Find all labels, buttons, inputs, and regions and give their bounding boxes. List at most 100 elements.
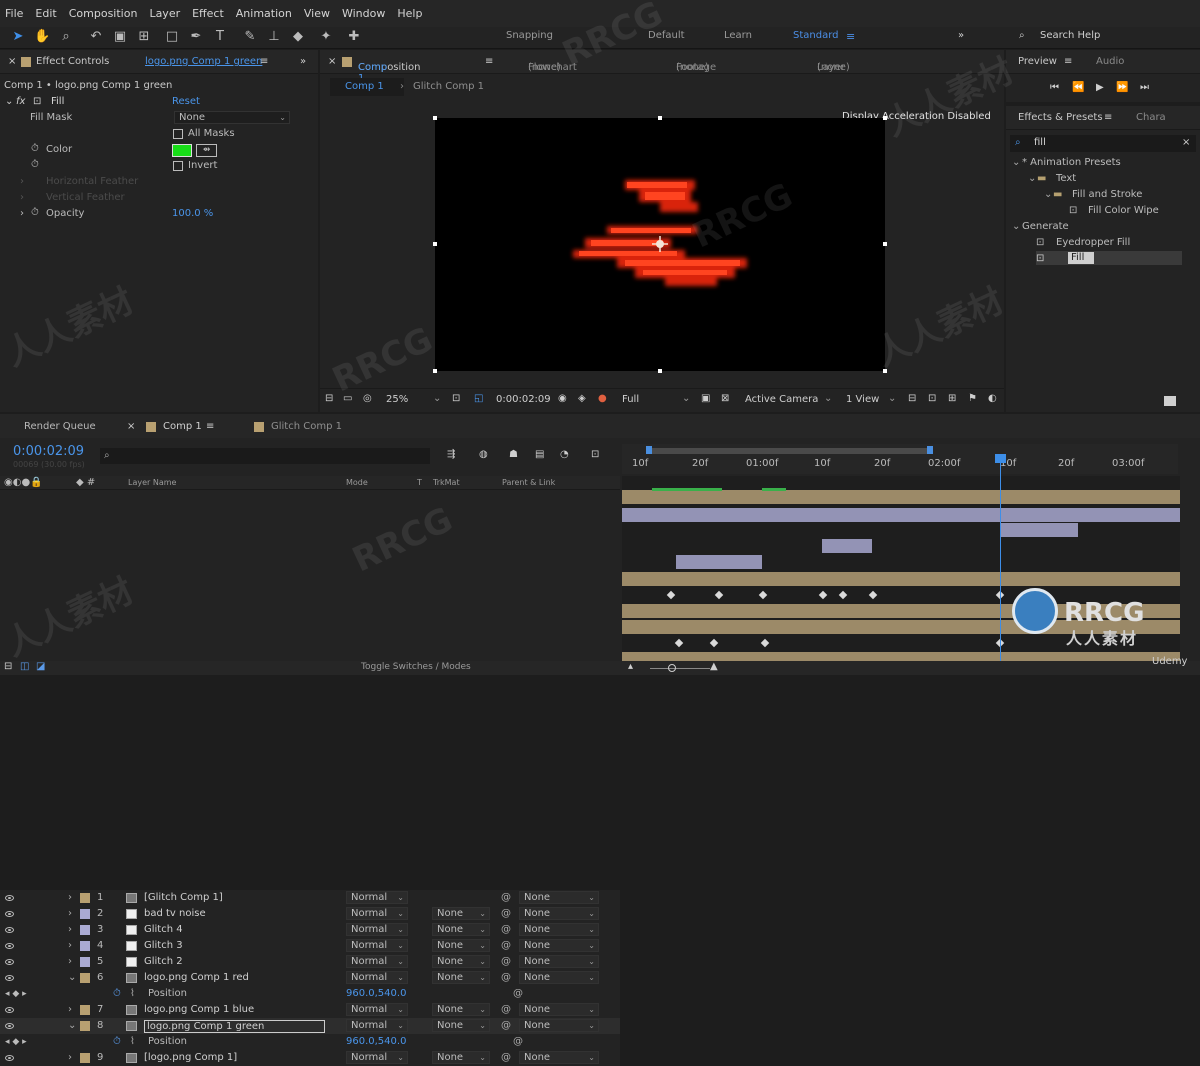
- layer-name[interactable]: Glitch 4: [144, 924, 183, 935]
- tree-expand-icon[interactable]: ⌄: [1012, 221, 1020, 232]
- parent-select[interactable]: None ⌄: [519, 891, 599, 904]
- tab-preview[interactable]: Preview: [1018, 56, 1057, 67]
- bounding-handle[interactable]: [883, 242, 887, 246]
- show-snapshot-icon[interactable]: ◈: [578, 393, 586, 404]
- layer-name[interactable]: logo.png Comp 1 red: [144, 972, 249, 983]
- parent-link-header[interactable]: Parent & Link: [502, 478, 555, 487]
- stopwatch-icon[interactable]: ⏱: [113, 1036, 121, 1047]
- tab-audio[interactable]: Audio: [1096, 56, 1124, 67]
- bounding-handle[interactable]: [433, 116, 437, 120]
- composition-viewer[interactable]: [433, 116, 887, 373]
- layer-bar[interactable]: [822, 539, 872, 553]
- layer-row[interactable]: › 2 bad tv noise Normal ⌄ None ⌄ @ None ⌄: [0, 906, 620, 922]
- layer-bar[interactable]: [622, 508, 1180, 522]
- current-time-indicator[interactable]: [1000, 456, 1001, 661]
- expand-layer-switches-icon[interactable]: ⊟: [4, 661, 12, 672]
- visibility-eye-icon[interactable]: [5, 911, 14, 917]
- keyframe[interactable]: [868, 590, 878, 600]
- trkmat-select[interactable]: None ⌄: [432, 923, 490, 936]
- eyedropper-icon[interactable]: ⇴: [196, 144, 217, 157]
- parent-select[interactable]: None ⌄: [519, 923, 599, 936]
- keyframe[interactable]: [709, 638, 719, 648]
- label-color-swatch[interactable]: [80, 893, 90, 903]
- tree-item-animation-presets[interactable]: * Animation Presets: [1022, 157, 1121, 168]
- visibility-eye-icon[interactable]: [5, 943, 14, 949]
- effect-controls-layer[interactable]: logo.png Comp 1 green: [145, 56, 262, 67]
- rectangle-tool-icon[interactable]: □: [164, 29, 180, 45]
- fit-icon[interactable]: ⊡: [452, 393, 460, 404]
- view-dropdown-icon[interactable]: ⌄: [888, 393, 896, 404]
- frame-blending-icon[interactable]: ▤: [535, 449, 544, 460]
- parent-select[interactable]: None ⌄: [519, 971, 599, 984]
- label-color-swatch[interactable]: [80, 1021, 90, 1031]
- layer-expand-icon[interactable]: ⌄: [68, 972, 76, 983]
- effects-menu-icon[interactable]: ≡: [1104, 112, 1112, 123]
- mode-select[interactable]: Normal ⌄: [346, 891, 408, 904]
- trkmat-select[interactable]: None ⌄: [432, 1019, 490, 1032]
- layer-expand-icon[interactable]: ⌄: [68, 1020, 76, 1031]
- opacity-value[interactable]: 100.0 %: [172, 208, 213, 219]
- fast-preview-icon[interactable]: ▣: [701, 393, 710, 404]
- tree-item-eyedropper-fill[interactable]: Eyedropper Fill: [1056, 237, 1130, 248]
- time-ruler[interactable]: 10f 20f 01:00f 10f 20f 02:00f 10f 20f 03…: [622, 444, 1178, 474]
- keyframe[interactable]: [818, 590, 828, 600]
- t-header[interactable]: T: [417, 478, 422, 487]
- mode-select[interactable]: Normal ⌄: [346, 907, 408, 920]
- tree-item-fill-and-stroke[interactable]: Fill and Stroke: [1072, 189, 1142, 200]
- region-of-interest-icon[interactable]: ◱: [474, 393, 483, 404]
- invert-stopwatch-icon[interactable]: ⏱: [31, 159, 39, 170]
- fill-mask-select[interactable]: None ⌄: [174, 111, 290, 124]
- layer-expand-icon[interactable]: ›: [68, 956, 72, 967]
- keyframe[interactable]: [674, 638, 684, 648]
- clone-stamp-tool-icon[interactable]: ⊥: [266, 29, 282, 45]
- graph-editor-icon[interactable]: ⊡: [591, 449, 599, 460]
- toggle-switches-modes[interactable]: Toggle Switches / Modes: [361, 662, 471, 672]
- zoom-slider-track[interactable]: [650, 668, 710, 669]
- vertical-feather-expand-icon[interactable]: ›: [20, 192, 24, 203]
- bounding-handle[interactable]: [433, 369, 437, 373]
- graph-icon[interactable]: ⌇: [130, 988, 135, 999]
- label-color-swatch[interactable]: [80, 941, 90, 951]
- label-color-swatch[interactable]: [80, 925, 90, 935]
- layer-row[interactable]: › 7 logo.png Comp 1 blue Normal ⌄ None ⌄ @ None ⌄: [0, 1002, 620, 1018]
- flowchart-icon[interactable]: ⚑: [968, 393, 977, 404]
- menu-help[interactable]: Help: [397, 7, 422, 20]
- next-frame-icon[interactable]: ⏩: [1116, 82, 1128, 93]
- new-bin-icon[interactable]: [1164, 396, 1176, 406]
- label-color-swatch[interactable]: [80, 973, 90, 983]
- parent-select[interactable]: None ⌄: [519, 939, 599, 952]
- layer-expand-icon[interactable]: ›: [68, 924, 72, 935]
- zoom-select[interactable]: 25%: [386, 394, 408, 405]
- trkmat-select[interactable]: None ⌄: [432, 1003, 490, 1016]
- keyframe[interactable]: [758, 590, 768, 600]
- layer-name[interactable]: [Glitch Comp 1]: [144, 892, 223, 903]
- layer-name[interactable]: bad tv noise: [144, 908, 206, 919]
- trkmat-select[interactable]: None ⌄: [432, 955, 490, 968]
- layer-bar[interactable]: [622, 490, 1180, 504]
- panel-menu-icon[interactable]: ≡: [260, 56, 268, 67]
- tab-effects-presets[interactable]: Effects & Presets: [1018, 112, 1103, 123]
- keyframe[interactable]: [714, 590, 724, 600]
- zoom-out-icon[interactable]: ▴: [628, 661, 633, 672]
- bounding-handle[interactable]: [658, 369, 662, 373]
- visibility-eye-icon[interactable]: [5, 975, 14, 981]
- pan-behind-tool-icon[interactable]: ⊞: [136, 29, 152, 45]
- subtab-glitch-comp-1[interactable]: Glitch Comp 1: [413, 81, 484, 92]
- visibility-eye-icon[interactable]: [5, 1023, 14, 1029]
- visibility-eye-icon[interactable]: [5, 1055, 14, 1061]
- draft-3d-icon[interactable]: ◍: [479, 449, 488, 460]
- keyframe[interactable]: [666, 590, 676, 600]
- transparency-grid-icon[interactable]: ⊠: [721, 393, 729, 404]
- resolution-select[interactable]: Full: [622, 394, 639, 405]
- workspace-standard[interactable]: Standard: [793, 30, 839, 41]
- pickwhip-icon[interactable]: @: [501, 956, 511, 967]
- menu-window[interactable]: Window: [342, 7, 385, 20]
- color-stopwatch-icon[interactable]: ⏱: [31, 143, 39, 154]
- snapshot-icon[interactable]: ◉: [558, 393, 567, 404]
- pen-tool-icon[interactable]: ✒: [188, 29, 204, 45]
- preview-menu-icon[interactable]: ≡: [1064, 56, 1072, 67]
- visibility-eye-icon[interactable]: [5, 959, 14, 965]
- menu-edit[interactable]: Edit: [35, 7, 56, 20]
- tree-item-fill-color-wipe[interactable]: Fill Color Wipe: [1088, 205, 1159, 216]
- parent-select[interactable]: None ⌄: [519, 955, 599, 968]
